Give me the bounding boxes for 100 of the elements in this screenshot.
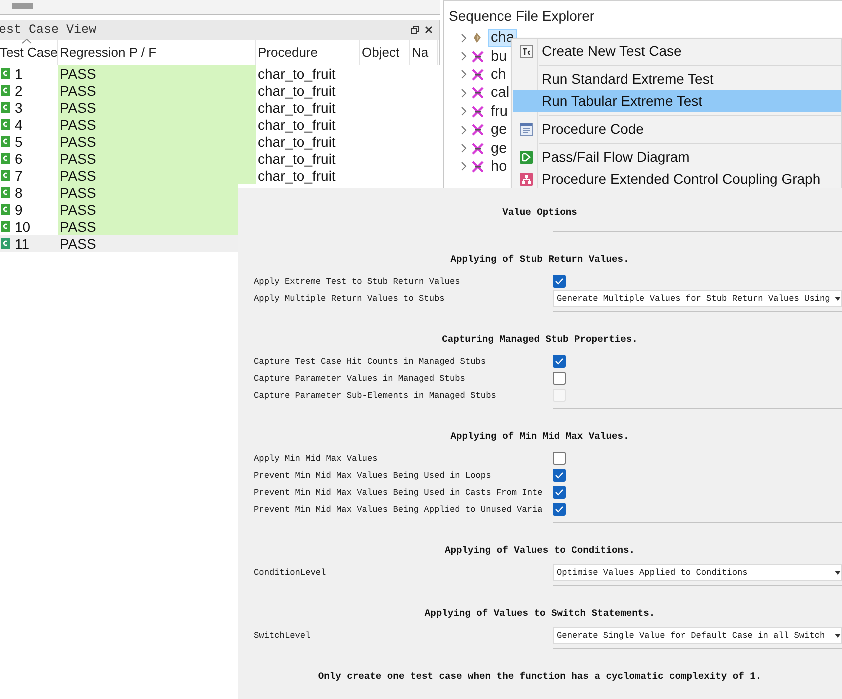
restore-icon[interactable] bbox=[411, 26, 419, 34]
panel-title: Sequence File Explorer bbox=[448, 7, 596, 23]
checkbox[interactable] bbox=[553, 452, 566, 465]
table-cell-text: char_to_fruit bbox=[257, 116, 336, 132]
cross-icon bbox=[472, 87, 484, 100]
table-cell: 10 bbox=[15, 218, 31, 234]
checkmark-icon bbox=[555, 506, 564, 513]
dropdown-arrow-icon bbox=[835, 634, 841, 638]
diamond-icon bbox=[472, 32, 484, 44]
sort-caret-icon bbox=[22, 39, 32, 44]
option-label: ConditionLevel bbox=[253, 568, 328, 578]
table-cell: 4 bbox=[15, 116, 23, 132]
column-header[interactable]: Test Case bbox=[0, 45, 58, 60]
option-label: Prevent Min Mid Max Values Being Used in Loops bbox=[253, 470, 492, 480]
table-row[interactable]: 3 PASS char_to_fruit bbox=[0, 99, 440, 116]
checkbox[interactable] bbox=[553, 275, 566, 288]
option-label: SwitchLevel bbox=[253, 630, 312, 640]
tree-item[interactable]: ch bbox=[489, 66, 508, 83]
cross-icon bbox=[472, 106, 484, 118]
table-cell: 11 bbox=[15, 236, 30, 252]
column-header[interactable]: Object bbox=[362, 45, 400, 60]
option-label: Apply Extreme Test to Stub Return Values bbox=[253, 276, 462, 286]
graph-icon bbox=[520, 172, 532, 186]
scroll-thumb[interactable] bbox=[12, 3, 33, 9]
table-cell: 7 bbox=[15, 168, 23, 184]
dropdown[interactable]: Generate Multiple Values for Stub Return Values Using bbox=[553, 290, 842, 307]
tree-item[interactable]: bu bbox=[489, 48, 510, 65]
table-cell-text: char_to_fruit bbox=[257, 168, 336, 184]
option-label: Capture Parameter Values in Managed Stubs bbox=[253, 374, 466, 384]
option-label: Apply Min Mid Max Values bbox=[253, 454, 379, 464]
tree-item[interactable]: cal bbox=[489, 85, 512, 102]
menu-item[interactable]: Run Standard Extreme Test bbox=[513, 68, 841, 90]
checkbox[interactable] bbox=[553, 355, 566, 368]
table-cell: 5 bbox=[15, 134, 23, 150]
section-heading: Applying of Values to Switch Statements. bbox=[424, 608, 656, 619]
option-label: Prevent Min Mid Max Values Being Applied to Unused Varia bbox=[253, 504, 544, 514]
option-label: Capture Test Case Hit Counts in Managed Stubs bbox=[253, 356, 488, 366]
cross-icon bbox=[472, 160, 484, 173]
tree-item[interactable]: ge bbox=[489, 140, 510, 157]
table-cell: 2 bbox=[15, 82, 23, 98]
table-cell: PASS bbox=[60, 116, 96, 132]
table-row[interactable]: 2 PASS char_to_fruit bbox=[0, 82, 440, 99]
note-text: Only create one test case when the function has a cyclomatic complexity of 1. bbox=[318, 671, 762, 682]
menu-item[interactable]: Pass/Fail Flow Diagram bbox=[513, 146, 841, 168]
table-cell: 6 bbox=[15, 150, 23, 166]
table-cell: PASS bbox=[60, 218, 96, 234]
section-heading: Applying of Values to Conditions. bbox=[445, 545, 635, 556]
table-cell-text: char_to_fruit bbox=[257, 82, 336, 98]
close-icon[interactable] bbox=[425, 26, 433, 34]
checkmark-icon bbox=[555, 472, 564, 479]
table-cell: PASS bbox=[60, 66, 96, 82]
tree-item[interactable]: ho bbox=[489, 158, 510, 175]
table-row[interactable]: 4 PASS char_to_fruit bbox=[0, 116, 440, 133]
menu-item[interactable]: Procedure Code bbox=[513, 118, 841, 140]
table-cell-text: char_to_fruit bbox=[257, 100, 336, 116]
table-row[interactable]: 6 PASS char_to_fruit bbox=[0, 150, 440, 167]
test-case-icon bbox=[520, 44, 532, 58]
table-cell: 8 bbox=[15, 184, 23, 200]
table-cell: PASS bbox=[60, 184, 96, 200]
cross-icon bbox=[472, 68, 484, 81]
table-cell: PASS bbox=[60, 134, 96, 150]
tree-item[interactable]: fru bbox=[489, 104, 510, 120]
table-cell: 9 bbox=[15, 202, 23, 218]
checkbox[interactable] bbox=[553, 486, 566, 499]
table-cell-text: char_to_fruit bbox=[257, 150, 336, 166]
table-cell: PASS bbox=[60, 100, 96, 116]
panel-title: est Case View bbox=[0, 23, 98, 37]
dropdown-arrow-icon bbox=[835, 296, 841, 300]
tree-item[interactable]: ge bbox=[489, 122, 510, 138]
menu-item[interactable]: Procedure Extended Control Coupling Graph bbox=[513, 168, 841, 189]
cross-icon bbox=[472, 50, 484, 63]
checkbox[interactable] bbox=[553, 372, 566, 385]
table-cell: 1 bbox=[15, 66, 23, 82]
menu-item[interactable]: Run Tabular Extreme Test bbox=[513, 90, 841, 112]
checkmark-icon bbox=[555, 358, 564, 365]
table-cell: PASS bbox=[60, 236, 96, 252]
column-header[interactable]: Regression P / F bbox=[60, 45, 157, 60]
dropdown[interactable]: Optimise Values Applied to Conditions bbox=[553, 564, 842, 581]
section-heading: Value Options bbox=[502, 207, 578, 218]
table-row[interactable]: 7 PASS char_to_fruit bbox=[0, 167, 440, 184]
table-cell-text: char_to_fruit bbox=[257, 134, 336, 150]
cross-icon bbox=[472, 142, 484, 155]
table-cell: PASS bbox=[60, 150, 96, 166]
checkbox[interactable] bbox=[553, 469, 566, 482]
table-row[interactable]: 1 PASS char_to_fruit bbox=[0, 65, 440, 82]
option-label: Prevent Min Mid Max Values Being Used in Casts From Inte bbox=[253, 488, 544, 498]
table-cell-text: char_to_fruit bbox=[257, 66, 336, 82]
column-header[interactable]: Na bbox=[412, 45, 429, 60]
dropdown[interactable]: Generate Single Value for Default Case in all Switch bbox=[553, 627, 842, 644]
table-row[interactable]: 5 PASS char_to_fruit bbox=[0, 133, 440, 150]
checkmark-icon bbox=[555, 489, 564, 496]
table-cell: PASS bbox=[60, 168, 96, 184]
document-icon bbox=[520, 122, 532, 136]
checkbox[interactable] bbox=[553, 503, 566, 516]
cross-icon bbox=[472, 124, 484, 136]
table-cell: 3 bbox=[15, 100, 23, 116]
table-row[interactable]: 11 PASS bbox=[0, 235, 238, 252]
section-heading: Applying of Min Mid Max Values. bbox=[450, 431, 630, 442]
option-label: Apply Multiple Return Values to Stubs bbox=[253, 294, 446, 304]
column-header[interactable]: Procedure bbox=[258, 45, 318, 60]
